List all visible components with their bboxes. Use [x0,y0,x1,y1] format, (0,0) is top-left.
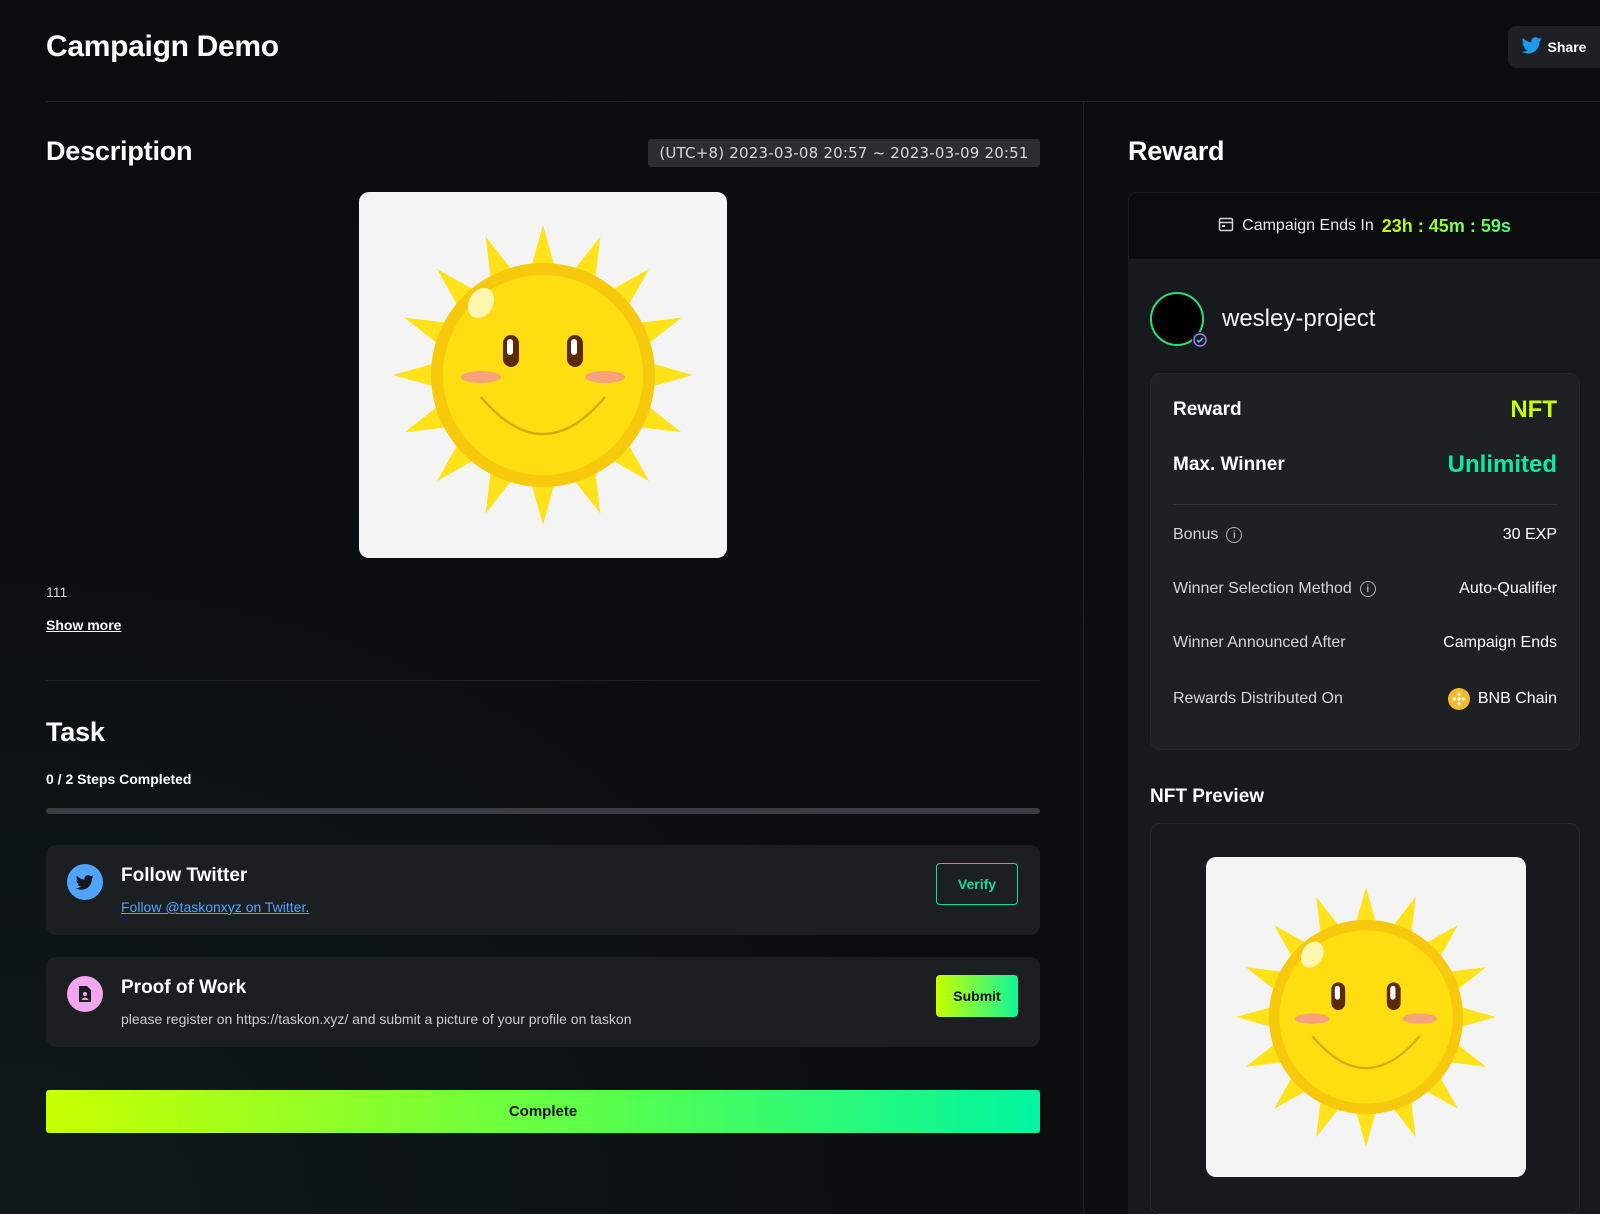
task-progress-bar [46,808,1040,814]
show-more-link[interactable]: Show more [46,617,121,633]
verified-badge-icon [1192,332,1208,348]
announced-after-label: Winner Announced After [1173,634,1346,651]
bonus-value: 30 EXP [1502,526,1557,543]
timer-label: Campaign Ends In [1242,217,1374,234]
sun-illustration [1236,887,1496,1147]
task-title: Proof of Work [121,977,247,998]
selection-method-label: Winner Selection Method [1173,580,1352,597]
bnb-chain-icon [1447,688,1470,710]
max-winner-row: Max. Winner Unlimited [1173,451,1557,479]
reward-label: Reward [1173,399,1242,420]
task-heading: Task [46,717,105,747]
page-header: Campaign Demo Share [46,26,1600,102]
twitter-bird-icon [67,864,103,900]
reward-heading: Reward [1128,136,1225,166]
nft-preview-image [1206,857,1526,1177]
distributed-on-row: Rewards Distributed On BNB Chain [1173,688,1557,710]
description-heading: Description [46,136,193,166]
share-label: Share [1547,39,1587,55]
task-description: please register on https://taskon.xyz/ a… [121,1011,632,1027]
selection-method-row: Winner Selection Method i Auto-Qualifier [1173,580,1557,598]
reward-info-card: Reward NFT Max. Winner Unlimited Bonus i … [1150,373,1580,750]
reward-panel: wesley-project Reward NFT Max. Winner Un… [1128,260,1600,1214]
bonus-row: Bonus i 30 EXP [1173,526,1557,544]
nft-preview-frame [1150,823,1580,1214]
twitter-bird-icon [1521,37,1542,57]
reward-value: NFT [1510,396,1557,423]
task-title: Follow Twitter [121,865,248,886]
avatar [1150,292,1208,348]
share-button[interactable]: Share [1508,26,1600,68]
date-range-badge: (UTC+8) 2023-03-08 20:57 ~ 2023-03-09 20… [648,139,1040,167]
project-name: wesley-project [1222,305,1376,332]
section-divider [46,680,1040,681]
steps-completed-text: 0 / 2 Steps Completed [46,771,192,787]
description-text: 111 [46,584,68,600]
distributed-on-value: BNB Chain [1477,690,1557,707]
max-winner-label: Max. Winner [1173,454,1285,475]
campaign-image [359,192,727,558]
page-title: Campaign Demo [46,30,279,63]
document-icon [67,976,103,1012]
nft-preview-heading: NFT Preview [1150,786,1265,807]
calendar-icon [1218,216,1234,237]
task-card-proof-of-work: Proof of Work please register on https:/… [46,957,1040,1047]
announced-after-row: Winner Announced After Campaign Ends [1173,634,1557,652]
bonus-label: Bonus [1173,526,1219,543]
campaign-timer: Campaign Ends In 23h : 45m : 59s [1128,192,1600,260]
info-icon[interactable]: i [1359,581,1376,597]
project-info[interactable]: wesley-project [1150,292,1376,348]
verify-button[interactable]: Verify [936,863,1018,905]
follow-twitter-link[interactable]: Follow @taskonxyz on Twitter. [121,899,309,915]
distributed-on-label: Rewards Distributed On [1173,690,1343,707]
task-card-follow-twitter: Follow Twitter Follow @taskonxyz on Twit… [46,845,1040,935]
reward-row: Reward NFT [1173,396,1557,424]
complete-button[interactable]: Complete [46,1090,1040,1133]
timer-countdown: 23h : 45m : 59s [1381,215,1511,236]
max-winner-value: Unlimited [1447,451,1557,478]
sun-illustration [393,225,693,525]
selection-method-value: Auto-Qualifier [1459,580,1557,597]
submit-button[interactable]: Submit [936,975,1018,1017]
column-divider [1083,102,1084,1214]
announced-after-value: Campaign Ends [1443,634,1557,651]
info-icon[interactable]: i [1226,527,1243,543]
info-divider [1173,504,1557,505]
